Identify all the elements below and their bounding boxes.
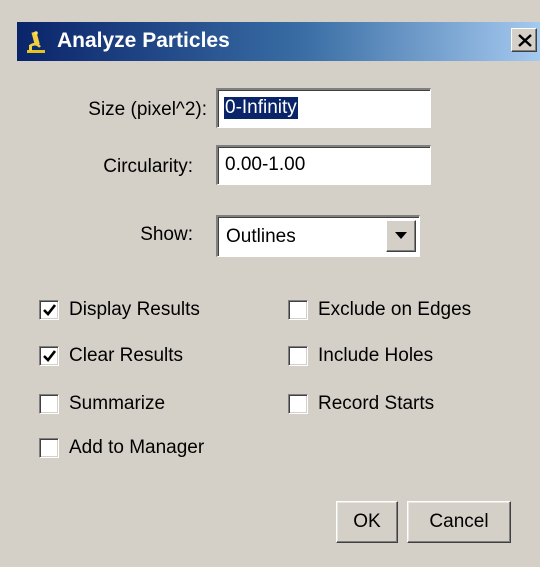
size-value: 0-Infinity [224,97,298,119]
checkmark-icon [43,350,56,362]
display-results-label: Display Results [69,299,200,320]
title-bar[interactable]: Analyze Particles [17,22,540,61]
exclude-on-edges-checkbox[interactable] [288,300,308,320]
clear-results-label: Clear Results [69,345,184,366]
include-holes-label: Include Holes [318,345,434,366]
close-icon [518,34,532,47]
summarize-label: Summarize [69,393,166,414]
circularity-label: Circularity: [103,156,193,177]
cancel-button[interactable]: Cancel [407,501,511,543]
window-title: Analyze Particles [57,29,230,52]
ok-button[interactable]: OK [336,501,398,543]
close-button[interactable] [511,28,537,52]
size-input[interactable]: 0-Infinity [216,88,431,128]
record-starts-label: Record Starts [318,393,435,414]
microscope-icon [25,30,47,54]
exclude-on-edges-label: Exclude on Edges [318,299,472,320]
checkmark-icon [43,304,56,316]
display-results-checkbox[interactable] [39,300,59,320]
show-dropdown-button[interactable] [386,220,416,252]
size-label: Size (pixel^2): [88,99,207,120]
show-label: Show: [140,224,193,245]
add-to-manager-label: Add to Manager [69,437,205,458]
analyze-particles-dialog: Analyze Particles Size (pixel^2): 0-Infi… [0,0,540,567]
record-starts-checkbox[interactable] [288,394,308,414]
chevron-down-icon [395,232,407,239]
circularity-value: 0.00-1.00 [225,154,306,175]
show-select[interactable]: Outlines [216,215,420,257]
show-selected-value: Outlines [226,226,296,247]
summarize-checkbox[interactable] [39,394,59,414]
add-to-manager-checkbox[interactable] [39,438,59,458]
clear-results-checkbox[interactable] [39,346,59,366]
include-holes-checkbox[interactable] [288,346,308,366]
circularity-input[interactable]: 0.00-1.00 [216,145,431,185]
